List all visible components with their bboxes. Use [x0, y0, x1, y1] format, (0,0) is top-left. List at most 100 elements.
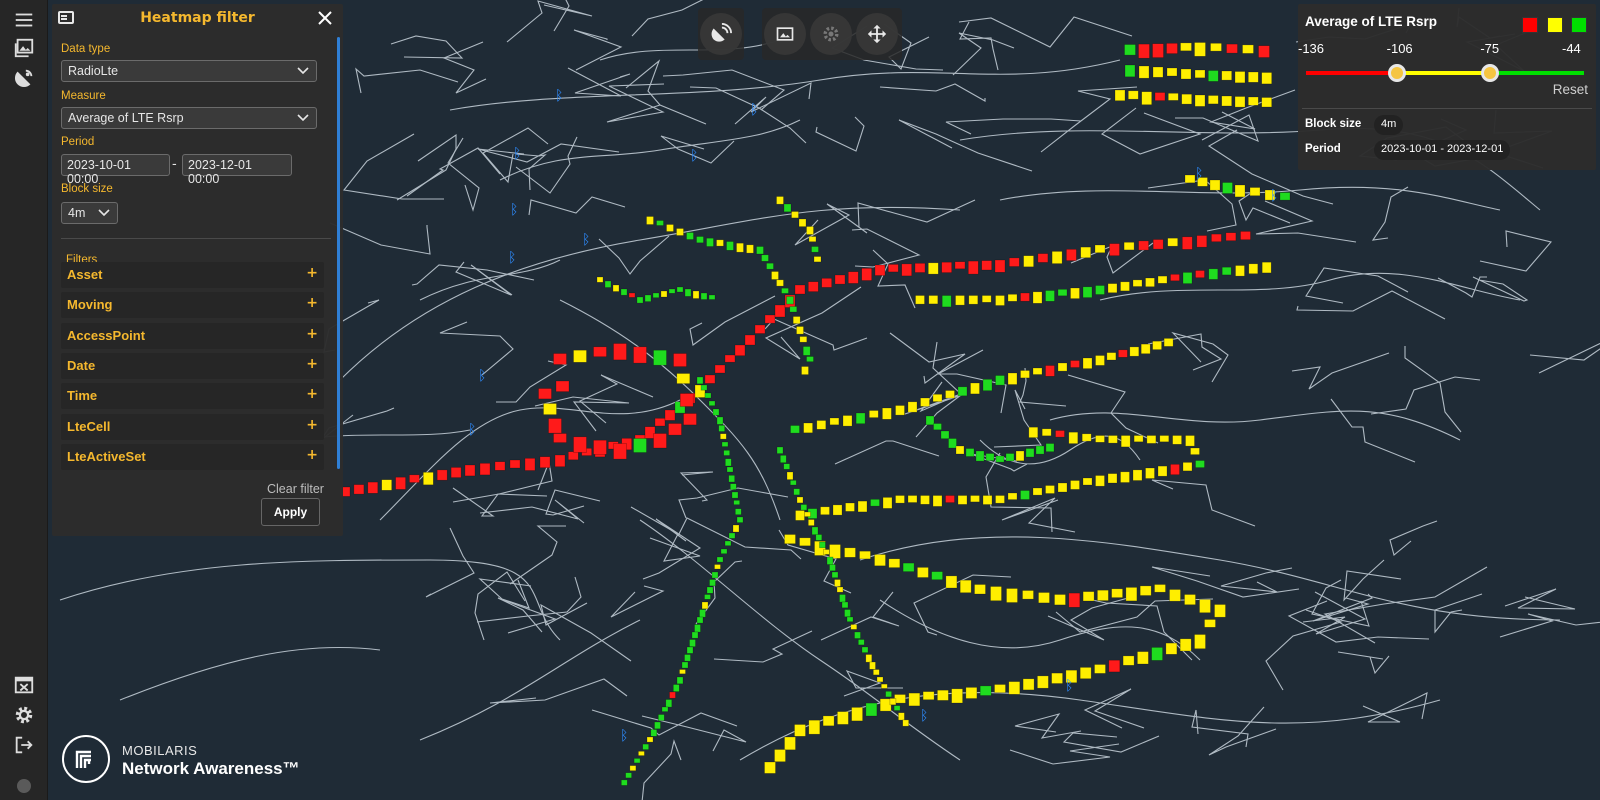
heat-block[interactable] — [842, 415, 853, 427]
filter-group-asset[interactable]: Asset + — [61, 262, 324, 288]
bluetooth-icon[interactable]: ᛒ — [750, 102, 758, 118]
heat-block[interactable] — [1261, 72, 1272, 85]
heat-block[interactable] — [889, 698, 897, 706]
heat-block[interactable] — [1138, 65, 1150, 79]
heat-block[interactable] — [1079, 667, 1092, 680]
heat-block[interactable] — [779, 454, 787, 463]
heat-block[interactable] — [1020, 490, 1030, 500]
heat-block[interactable] — [1209, 179, 1221, 191]
heat-block[interactable] — [1208, 95, 1219, 105]
heat-block[interactable] — [776, 446, 784, 454]
heat-block[interactable] — [668, 423, 682, 436]
heat-block[interactable] — [922, 691, 935, 700]
measure-select[interactable]: Average of LTE Rsrp — [61, 107, 317, 129]
heat-block[interactable] — [895, 495, 905, 504]
heat-block[interactable] — [1068, 592, 1081, 608]
heat-block[interactable] — [791, 211, 799, 219]
heat-block[interactable] — [1261, 97, 1272, 108]
heat-block[interactable] — [1179, 638, 1192, 652]
heat-block[interactable] — [774, 749, 786, 762]
gear-icon[interactable] — [10, 701, 38, 729]
heat-block[interactable] — [786, 471, 794, 480]
heat-block[interactable] — [831, 571, 839, 578]
heat-block[interactable] — [914, 262, 926, 273]
heat-block[interactable] — [1051, 251, 1063, 264]
bluetooth-icon[interactable]: ᛒ — [478, 368, 486, 384]
heat-block[interactable] — [1184, 174, 1196, 184]
heat-block[interactable] — [1045, 365, 1055, 377]
heat-block[interactable] — [786, 296, 794, 305]
heat-block[interactable] — [1133, 435, 1144, 443]
heat-block[interactable] — [694, 624, 701, 633]
heat-block[interactable] — [464, 464, 476, 477]
heat-block[interactable] — [746, 244, 754, 254]
heat-block[interactable] — [704, 392, 712, 399]
heat-block[interactable] — [684, 288, 692, 297]
heat-block[interactable] — [1095, 285, 1105, 295]
bluetooth-icon[interactable]: ᛒ — [508, 250, 516, 266]
heat-block[interactable] — [1054, 594, 1066, 606]
bluetooth-icon[interactable]: ᛒ — [1270, 188, 1278, 204]
heat-block[interactable] — [656, 220, 664, 226]
heat-block[interactable] — [965, 448, 975, 457]
heat-block[interactable] — [676, 286, 684, 293]
heat-block[interactable] — [1111, 588, 1123, 598]
heat-block[interactable] — [965, 687, 978, 699]
heat-block[interactable] — [1070, 360, 1080, 368]
clear-filter-link[interactable]: Clear filter — [267, 482, 324, 496]
heat-block[interactable] — [726, 241, 734, 251]
heat-block[interactable] — [711, 571, 719, 579]
heat-block[interactable] — [970, 382, 980, 395]
panel-scrollbar[interactable] — [337, 37, 340, 469]
heat-block[interactable] — [995, 375, 1005, 386]
heat-block[interactable] — [920, 397, 930, 407]
heat-block[interactable] — [796, 326, 804, 335]
heat-block[interactable] — [620, 288, 628, 296]
heat-block[interactable] — [841, 601, 849, 609]
heat-block[interactable] — [1184, 594, 1196, 605]
settings-cog-icon[interactable] — [810, 13, 852, 55]
heat-block[interactable] — [776, 196, 784, 205]
heat-block[interactable] — [1082, 591, 1095, 602]
heat-block[interactable] — [1023, 255, 1034, 268]
heat-block[interactable] — [539, 456, 551, 469]
heat-block[interactable] — [1194, 634, 1206, 649]
heat-block[interactable] — [731, 491, 739, 499]
heat-block[interactable] — [902, 562, 915, 572]
heat-block[interactable] — [726, 466, 734, 473]
heat-block[interactable] — [673, 353, 687, 367]
heat-block[interactable] — [928, 295, 939, 305]
heat-block[interactable] — [1122, 655, 1135, 666]
heat-block[interactable] — [854, 631, 861, 639]
heat-block[interactable] — [553, 433, 567, 443]
bluetooth-icon[interactable]: ᛒ — [468, 422, 476, 438]
heat-block[interactable] — [644, 294, 652, 302]
satellite-icon[interactable] — [10, 64, 38, 92]
heat-block[interactable] — [895, 405, 905, 416]
heat-block[interactable] — [794, 284, 806, 295]
heat-block[interactable] — [784, 736, 796, 751]
heat-block[interactable] — [1055, 430, 1065, 438]
heat-block[interactable] — [847, 271, 859, 284]
heat-block[interactable] — [691, 631, 699, 639]
heat-block[interactable] — [855, 412, 866, 424]
heat-block[interactable] — [1168, 93, 1179, 101]
heat-block[interactable] — [1214, 604, 1226, 618]
heat-block[interactable] — [1124, 64, 1136, 78]
heat-block[interactable] — [683, 413, 697, 426]
heat-block[interactable] — [837, 711, 849, 725]
heat-block[interactable] — [807, 281, 819, 292]
heat-block[interactable] — [1082, 477, 1093, 486]
heat-block[interactable] — [1095, 475, 1105, 487]
heat-block[interactable] — [865, 654, 873, 663]
heat-block[interactable] — [728, 532, 736, 539]
heat-block[interactable] — [1166, 67, 1178, 77]
heat-block[interactable] — [932, 393, 943, 402]
heat-block[interactable] — [917, 567, 929, 578]
heat-block[interactable] — [1070, 287, 1080, 299]
heat-block[interactable] — [931, 571, 943, 580]
heat-block[interactable] — [1138, 43, 1150, 59]
heat-block[interactable] — [807, 519, 815, 526]
heat-block[interactable] — [802, 346, 811, 356]
heat-block[interactable] — [870, 498, 880, 507]
